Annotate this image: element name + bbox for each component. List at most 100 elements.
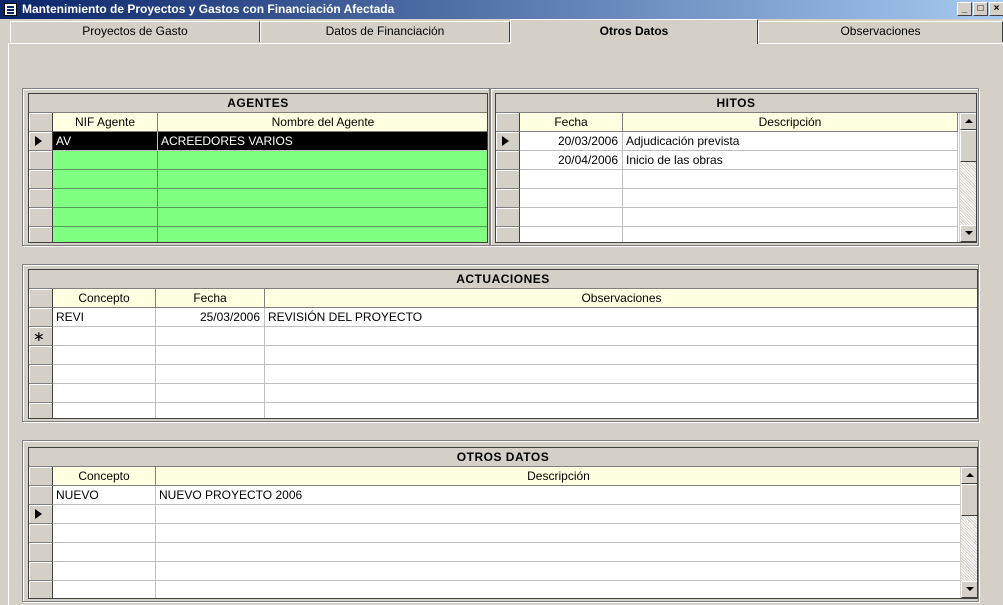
- cell-fecha[interactable]: [156, 365, 265, 384]
- cell-descripcion[interactable]: [623, 227, 958, 242]
- cell-observaciones[interactable]: [265, 327, 977, 346]
- cell-fecha[interactable]: [156, 327, 265, 346]
- row-selector[interactable]: [496, 189, 520, 208]
- scroll-thumb[interactable]: [961, 484, 977, 516]
- tab-observaciones[interactable]: Observaciones: [758, 21, 1003, 42]
- cell-concepto[interactable]: [53, 384, 156, 403]
- row-selector[interactable]: [29, 170, 53, 189]
- row-selector[interactable]: [496, 208, 520, 227]
- cell-concepto[interactable]: [53, 346, 156, 365]
- row-selector[interactable]: [496, 151, 520, 170]
- maximize-button[interactable]: □: [973, 2, 988, 16]
- cell-descripcion[interactable]: NUEVO PROYECTO 2006: [156, 486, 962, 505]
- row-selector[interactable]: [29, 308, 53, 327]
- cell-observaciones[interactable]: [265, 365, 977, 384]
- cell-fecha[interactable]: [520, 208, 623, 227]
- tab-proyectos-de-gasto[interactable]: Proyectos de Gasto: [10, 21, 260, 42]
- cell-descripcion[interactable]: [156, 562, 962, 581]
- cell-fecha[interactable]: [520, 189, 623, 208]
- cell-nif-agente[interactable]: [53, 170, 158, 189]
- cell-nombre-agente[interactable]: [158, 227, 487, 242]
- cell-descripcion[interactable]: [156, 543, 962, 562]
- cell-descripcion[interactable]: Inicio de las obras: [623, 151, 958, 170]
- cell-fecha[interactable]: [156, 384, 265, 403]
- cell-concepto[interactable]: [53, 365, 156, 384]
- scroll-thumb[interactable]: [960, 130, 976, 162]
- col-header-descripcion[interactable]: Descripción: [623, 113, 958, 132]
- row-selector[interactable]: [29, 384, 53, 403]
- cell-nombre-agente[interactable]: [158, 151, 487, 170]
- cell-descripcion[interactable]: [623, 189, 958, 208]
- cell-fecha[interactable]: [156, 403, 265, 418]
- row-selector[interactable]: [29, 151, 53, 170]
- cell-nif-agente[interactable]: [53, 208, 158, 227]
- window-titlebar[interactable]: Mantenimiento de Proyectos y Gastos con …: [0, 0, 1003, 19]
- cell-nombre-agente[interactable]: [158, 208, 487, 227]
- cell-descripcion[interactable]: [156, 505, 962, 524]
- scroll-up-button[interactable]: [960, 113, 976, 130]
- col-header-fecha[interactable]: Fecha: [520, 113, 623, 132]
- close-button[interactable]: ×: [989, 2, 1003, 16]
- hitos-vertical-scrollbar[interactable]: [959, 113, 976, 242]
- row-selector[interactable]: [29, 486, 53, 505]
- cell-nombre-agente[interactable]: ACREEDORES VARIOS: [158, 132, 487, 151]
- tab-otros-datos[interactable]: Otros Datos: [510, 19, 758, 44]
- col-header-concepto[interactable]: Concepto: [53, 467, 156, 486]
- cell-descripcion[interactable]: [623, 170, 958, 189]
- scroll-down-button[interactable]: [961, 581, 977, 598]
- cell-concepto[interactable]: [53, 581, 156, 598]
- row-selector[interactable]: [29, 543, 53, 562]
- row-selector[interactable]: [29, 227, 53, 242]
- scroll-up-button[interactable]: [961, 467, 977, 484]
- cell-fecha[interactable]: 25/03/2006: [156, 308, 265, 327]
- cell-descripcion[interactable]: [623, 208, 958, 227]
- cell-concepto[interactable]: [53, 543, 156, 562]
- cell-nombre-agente[interactable]: [158, 189, 487, 208]
- cell-concepto[interactable]: [53, 524, 156, 543]
- col-header-fecha[interactable]: Fecha: [156, 289, 265, 308]
- cell-fecha[interactable]: 20/04/2006: [520, 151, 623, 170]
- cell-concepto[interactable]: [53, 403, 156, 418]
- row-selector[interactable]: [29, 189, 53, 208]
- row-selector[interactable]: [29, 132, 53, 151]
- cell-nif-agente[interactable]: [53, 227, 158, 242]
- scroll-down-button[interactable]: [960, 225, 976, 242]
- cell-descripcion[interactable]: [156, 524, 962, 543]
- col-header-observaciones[interactable]: Observaciones: [265, 289, 977, 308]
- new-row-selector[interactable]: ∗: [29, 327, 53, 346]
- cell-fecha[interactable]: [156, 346, 265, 365]
- col-header-descripcion[interactable]: Descripción: [156, 467, 962, 486]
- cell-observaciones[interactable]: [265, 403, 977, 418]
- col-header-nif-agente[interactable]: NIF Agente: [53, 113, 158, 132]
- cell-observaciones[interactable]: [265, 384, 977, 403]
- cell-fecha[interactable]: 20/03/2006: [520, 132, 623, 151]
- col-header-nombre-agente[interactable]: Nombre del Agente: [158, 113, 487, 132]
- row-selector[interactable]: [29, 562, 53, 581]
- cell-fecha[interactable]: [520, 170, 623, 189]
- cell-concepto[interactable]: NUEVO: [53, 486, 156, 505]
- cell-observaciones[interactable]: [265, 346, 977, 365]
- cell-nif-agente[interactable]: [53, 189, 158, 208]
- cell-concepto[interactable]: REVI: [53, 308, 156, 327]
- row-selector[interactable]: [496, 170, 520, 189]
- row-selector[interactable]: [29, 403, 53, 418]
- cell-nif-agente[interactable]: [53, 151, 158, 170]
- col-header-concepto[interactable]: Concepto: [53, 289, 156, 308]
- cell-concepto[interactable]: [53, 327, 156, 346]
- cell-concepto[interactable]: [53, 562, 156, 581]
- row-selector[interactable]: [496, 132, 520, 151]
- row-selector[interactable]: [496, 227, 520, 242]
- cell-nif-agente[interactable]: AV: [53, 132, 158, 151]
- row-selector[interactable]: [29, 208, 53, 227]
- cell-observaciones[interactable]: REVISIÓN DEL PROYECTO: [265, 308, 977, 327]
- cell-fecha[interactable]: [520, 227, 623, 242]
- otros-datos-vertical-scrollbar[interactable]: [960, 467, 977, 598]
- cell-descripcion[interactable]: [156, 581, 962, 598]
- minimize-button[interactable]: _: [957, 2, 972, 16]
- row-selector[interactable]: [29, 581, 53, 598]
- tab-datos-de-financiacion[interactable]: Datos de Financiación: [260, 21, 510, 42]
- row-selector[interactable]: [29, 524, 53, 543]
- row-selector[interactable]: [29, 346, 53, 365]
- row-selector[interactable]: [29, 505, 53, 524]
- cell-descripcion[interactable]: Adjudicación prevista: [623, 132, 958, 151]
